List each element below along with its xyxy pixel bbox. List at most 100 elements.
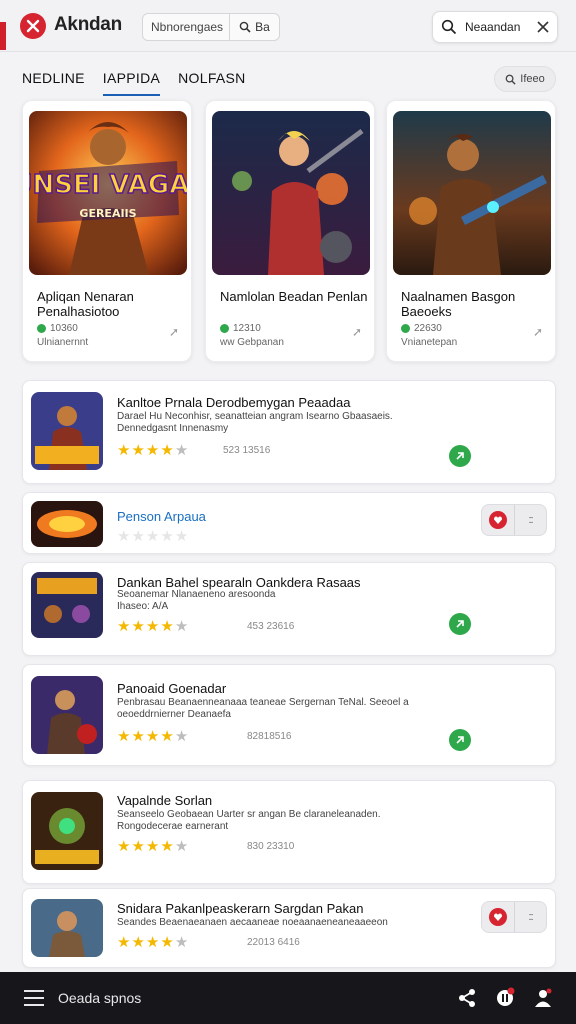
- row-description: Seandes Beaenaeanaen aecaaneae noeaanaen…: [117, 917, 388, 928]
- tab-iappida[interactable]: IAPPIDA: [102, 70, 161, 96]
- share-arrow-icon[interactable]: ➚: [533, 325, 543, 339]
- star-icon: ★: [117, 934, 131, 951]
- row-title[interactable]: Snidara Pakanlpeaskerarn Sargdan Pakan: [117, 901, 363, 916]
- card-subtitle: Vnianetepan: [401, 337, 458, 348]
- star-icon: ★: [160, 838, 174, 855]
- game-art-image: [212, 111, 370, 275]
- row-title[interactable]: Panoaid Goenadar: [117, 681, 226, 696]
- search-button[interactable]: Ba: [229, 14, 279, 40]
- star-icon: ★: [160, 528, 174, 545]
- download-button[interactable]: [449, 613, 471, 635]
- tab-nolfasn[interactable]: NOLFASN: [178, 70, 245, 96]
- download-arrow-icon: [456, 452, 464, 460]
- status-dot-icon: [37, 324, 46, 333]
- hamburger-menu-icon[interactable]: [24, 990, 44, 1011]
- star-icon: ★: [131, 528, 145, 545]
- rating-count: 22013 6416: [247, 937, 300, 948]
- list-item[interactable]: Panoaid Goenadar Penbrasau Beanaenneanaa…: [22, 664, 556, 766]
- profile-icon[interactable]: [532, 987, 554, 1009]
- bottom-navigation-bar: Oeada spnos: [0, 972, 576, 1024]
- more-options-button[interactable]: ::: [514, 505, 546, 535]
- star-rating: ★ ★ ★ ★ ★: [117, 527, 188, 545]
- status-dot-icon: [220, 324, 229, 333]
- star-rating: ★ ★ ★ ★ ★: [117, 617, 188, 635]
- share-icon[interactable]: [456, 987, 478, 1009]
- search-icon: [441, 19, 457, 35]
- card-subtitle: Ulnianernnt: [37, 337, 89, 348]
- row-title[interactable]: Penson Arpaua: [117, 509, 206, 524]
- list-item[interactable]: Kanltoe Prnala Derodbemygan Peaadaa Dara…: [22, 380, 556, 484]
- row-actions: ::: [481, 504, 547, 536]
- app-title: Akndan: [54, 14, 122, 35]
- card-rating: 22630: [401, 323, 442, 334]
- game-thumbnail: [31, 899, 103, 957]
- star-icon: ★: [131, 934, 145, 951]
- row-title[interactable]: Vapalnde Sorlan: [117, 793, 212, 808]
- star-icon: ★: [145, 442, 160, 459]
- list-item[interactable]: Snidara Pakanlpeaskerarn Sargdan Pakan S…: [22, 888, 556, 968]
- star-icon: ★: [174, 934, 189, 951]
- card-rating-value: 12310: [233, 323, 261, 334]
- top-app-bar: Akndan Nbnorengaes Ba Neaandan: [0, 0, 576, 52]
- search-field-text[interactable]: Nbnorengaes: [143, 20, 229, 34]
- download-button[interactable]: [449, 729, 471, 751]
- star-rating: ★ ★ ★ ★ ★: [117, 727, 188, 745]
- tab-nedline[interactable]: NEDLINE: [22, 70, 85, 96]
- rating-count: 523 13516: [223, 445, 271, 456]
- tab-bar: NEDLINE IAPPIDA NOLFASN: [22, 70, 246, 96]
- rating-count: 82818516: [247, 731, 292, 742]
- star-icon: ★: [174, 728, 189, 745]
- favorite-button[interactable]: [482, 511, 514, 529]
- game-thumbnail: [31, 676, 103, 754]
- rating-count: 830 23310: [247, 841, 295, 852]
- filter-label: Ifeeo: [520, 73, 545, 85]
- row-actions: ::: [481, 901, 547, 933]
- card-title: Naalnamen Basgon Baeoeks: [401, 289, 516, 319]
- game-thumbnail: [31, 392, 103, 470]
- star-icon: ★: [174, 528, 189, 545]
- featured-card[interactable]: PAUNSEI VAGADIR GEREAIIS Apliqan Nenaran…: [22, 100, 192, 362]
- star-icon: ★: [174, 442, 189, 459]
- download-arrow-icon: [456, 736, 464, 744]
- row-description: Seanseelo Geobaean Uarter sr angan Be cl…: [117, 809, 381, 832]
- game-thumbnail: [31, 501, 103, 547]
- star-icon: ★: [174, 618, 189, 635]
- list-item[interactable]: Dankan Bahel spearaln Oankdera Rasaas Se…: [22, 562, 556, 656]
- star-icon: ★: [160, 618, 174, 635]
- featured-card[interactable]: Naalnamen Basgon Baeoeks 22630 Vnianetep…: [386, 100, 556, 362]
- game-art-image: PAUNSEI VAGADIR GEREAIIS: [29, 111, 187, 275]
- card-title: Namlolan Beadan Penlan: [220, 289, 368, 304]
- star-icon: ★: [174, 838, 189, 855]
- share-arrow-icon[interactable]: ➚: [352, 325, 362, 339]
- row-title[interactable]: Kanltoe Prnala Derodbemygan Peaadaa: [117, 395, 350, 410]
- card-rating: 12310: [220, 323, 261, 334]
- close-icon[interactable]: [537, 21, 549, 33]
- notifications-icon[interactable]: [494, 987, 516, 1009]
- list-item[interactable]: Penson Arpaua ★ ★ ★ ★ ★ ::: [22, 492, 556, 554]
- game-thumbnail: [31, 792, 103, 870]
- search-field[interactable]: Nbnorengaes Ba: [142, 13, 280, 41]
- row-title[interactable]: Dankan Bahel spearaln Oankdera Rasaas: [117, 575, 361, 590]
- art-subtitle-text: GEREAIIS: [79, 207, 136, 220]
- download-button[interactable]: [449, 445, 471, 467]
- list-item[interactable]: Vapalnde Sorlan Seanseelo Geobaean Uarte…: [22, 780, 556, 884]
- card-title: Apliqan Nenaran Penalhasiotoo: [37, 289, 134, 319]
- more-options-button[interactable]: ::: [514, 902, 546, 932]
- share-arrow-icon[interactable]: ➚: [169, 325, 179, 339]
- filter-button[interactable]: Ifeeo: [494, 66, 556, 92]
- star-rating: ★ ★ ★ ★ ★: [117, 837, 188, 855]
- star-icon: ★: [117, 618, 131, 635]
- featured-card[interactable]: Namlolan Beadan Penlan 12310 ww Gebpanan…: [205, 100, 375, 362]
- star-icon: ★: [145, 934, 160, 951]
- star-icon: ★: [145, 838, 160, 855]
- star-icon: ★: [145, 728, 160, 745]
- row-description: Darael Hu Neconhisr, seanatteian angram …: [117, 411, 393, 434]
- star-icon: ★: [160, 934, 174, 951]
- search-pill[interactable]: Neaandan: [432, 11, 558, 43]
- favorite-button[interactable]: [482, 908, 514, 926]
- menu-label[interactable]: Oeada spnos: [58, 990, 141, 1006]
- star-icon: ★: [131, 838, 145, 855]
- search-pill-text[interactable]: Neaandan: [465, 20, 529, 34]
- app-logo-icon[interactable]: [20, 13, 46, 39]
- card-rating-value: 22630: [414, 323, 442, 334]
